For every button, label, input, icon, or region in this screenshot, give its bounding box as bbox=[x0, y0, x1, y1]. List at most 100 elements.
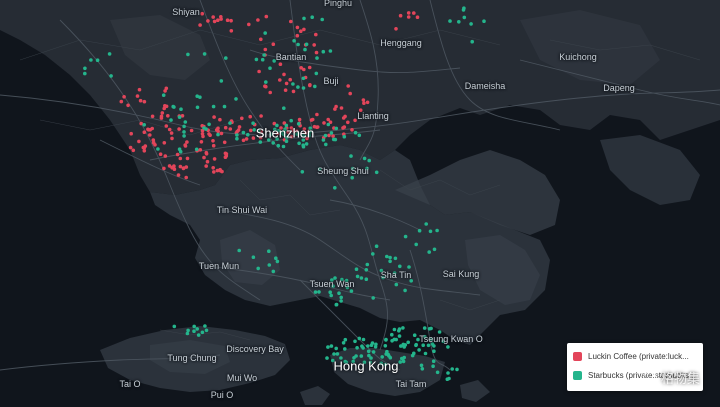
luckin-store-point bbox=[415, 15, 420, 19]
starbucks-store-point bbox=[367, 158, 372, 163]
starbucks-store-point bbox=[448, 19, 452, 23]
luckin-store-point bbox=[204, 164, 208, 168]
starbucks-store-point bbox=[313, 84, 317, 89]
luckin-store-point bbox=[271, 42, 276, 46]
luckin-store-point bbox=[315, 112, 319, 117]
luckin-store-point bbox=[211, 166, 215, 170]
starbucks-store-point bbox=[432, 344, 436, 348]
starbucks-store-point bbox=[203, 324, 207, 328]
starbucks-store-point bbox=[397, 329, 401, 333]
luckin-store-point bbox=[129, 131, 133, 136]
starbucks-store-point bbox=[423, 351, 428, 356]
luckin-store-point bbox=[169, 131, 174, 135]
starbucks-store-point bbox=[320, 17, 325, 22]
luckin-store-point bbox=[331, 134, 335, 138]
starbucks-store-point bbox=[366, 349, 371, 354]
luckin-store-point bbox=[181, 166, 186, 171]
luckin-store-point bbox=[259, 37, 263, 42]
starbucks-store-point bbox=[204, 328, 209, 333]
place-label-sha-tin: Sha Tin bbox=[380, 270, 412, 280]
luckin-store-point bbox=[159, 114, 164, 119]
luckin-store-point bbox=[160, 111, 165, 115]
starbucks-store-point bbox=[194, 147, 199, 152]
starbucks-store-point bbox=[357, 336, 362, 341]
luckin-store-point bbox=[264, 84, 268, 89]
place-label-lianting: Lianting bbox=[357, 111, 389, 121]
luckin-store-point bbox=[211, 143, 216, 148]
starbucks-store-point bbox=[428, 229, 433, 234]
legend-swatch-luckin bbox=[573, 352, 582, 361]
starbucks-store-point bbox=[361, 337, 366, 342]
starbucks-store-point bbox=[207, 122, 211, 127]
luckin-store-point bbox=[394, 27, 398, 31]
luckin-store-point bbox=[339, 106, 344, 110]
luckin-store-point bbox=[312, 43, 317, 47]
starbucks-store-point bbox=[271, 269, 276, 274]
luckin-store-point bbox=[135, 94, 140, 98]
starbucks-store-point bbox=[420, 367, 425, 371]
starbucks-store-point bbox=[374, 244, 379, 248]
luckin-store-point bbox=[142, 99, 147, 104]
starbucks-store-point bbox=[177, 115, 182, 119]
luckin-store-point bbox=[212, 19, 217, 24]
starbucks-store-point bbox=[315, 56, 319, 60]
starbucks-store-point bbox=[364, 268, 369, 272]
luckin-store-point bbox=[199, 140, 204, 144]
legend-item-starbucks[interactable]: Starbucks (private:starbucks... bbox=[573, 366, 697, 385]
starbucks-store-point bbox=[275, 259, 280, 264]
legend-item-luckin[interactable]: Luckin Coffee (private:luck... bbox=[573, 347, 697, 366]
starbucks-store-point bbox=[334, 302, 339, 307]
luckin-store-point bbox=[148, 133, 152, 137]
starbucks-store-point bbox=[359, 354, 364, 358]
luckin-store-point bbox=[204, 150, 209, 155]
starbucks-store-point bbox=[445, 377, 450, 382]
starbucks-store-point bbox=[107, 52, 112, 56]
luckin-store-point bbox=[247, 22, 251, 27]
starbucks-store-point bbox=[455, 367, 459, 372]
luckin-store-point bbox=[299, 66, 304, 70]
luckin-store-point bbox=[229, 29, 234, 33]
luckin-store-point bbox=[166, 114, 170, 118]
luckin-store-point bbox=[342, 125, 347, 129]
place-label-pinghu: Pinghu bbox=[323, 0, 353, 8]
luckin-store-point bbox=[229, 18, 233, 23]
starbucks-store-point bbox=[296, 85, 300, 89]
place-label-bantian: Bantian bbox=[275, 52, 307, 62]
starbucks-store-point bbox=[388, 259, 392, 264]
luckin-store-point bbox=[198, 23, 202, 27]
starbucks-store-point bbox=[407, 265, 411, 269]
luckin-store-point bbox=[406, 15, 411, 19]
luckin-store-point bbox=[206, 19, 210, 23]
starbucks-store-point bbox=[432, 349, 436, 354]
starbucks-store-point bbox=[334, 126, 339, 131]
starbucks-store-point bbox=[412, 333, 417, 338]
luckin-store-point bbox=[362, 101, 366, 105]
starbucks-store-point bbox=[195, 327, 199, 331]
luckin-store-point bbox=[297, 117, 302, 122]
luckin-store-point bbox=[310, 117, 315, 122]
luckin-store-point bbox=[235, 129, 239, 134]
starbucks-store-point bbox=[268, 66, 272, 70]
starbucks-store-point bbox=[296, 42, 300, 47]
luckin-store-point bbox=[175, 152, 180, 157]
place-label-dapeng: Dapeng bbox=[603, 83, 635, 93]
luckin-store-point bbox=[278, 78, 282, 82]
starbucks-store-point bbox=[169, 118, 173, 122]
starbucks-store-point bbox=[83, 71, 87, 76]
luckin-store-point bbox=[220, 169, 224, 174]
starbucks-store-point bbox=[254, 57, 259, 62]
luckin-store-point bbox=[162, 141, 167, 145]
place-label-buji: Buji bbox=[323, 76, 339, 86]
luckin-store-point bbox=[122, 95, 126, 99]
starbucks-store-point bbox=[262, 53, 266, 57]
starbucks-store-point bbox=[457, 20, 461, 24]
starbucks-store-point bbox=[371, 350, 376, 354]
starbucks-store-point bbox=[462, 6, 466, 10]
luckin-store-point bbox=[240, 116, 244, 121]
starbucks-store-point bbox=[355, 274, 360, 279]
luckin-store-point bbox=[212, 157, 217, 161]
luckin-store-point bbox=[263, 47, 268, 52]
starbucks-store-point bbox=[109, 74, 113, 78]
starbucks-store-point bbox=[271, 141, 276, 145]
starbucks-store-point bbox=[95, 58, 100, 62]
